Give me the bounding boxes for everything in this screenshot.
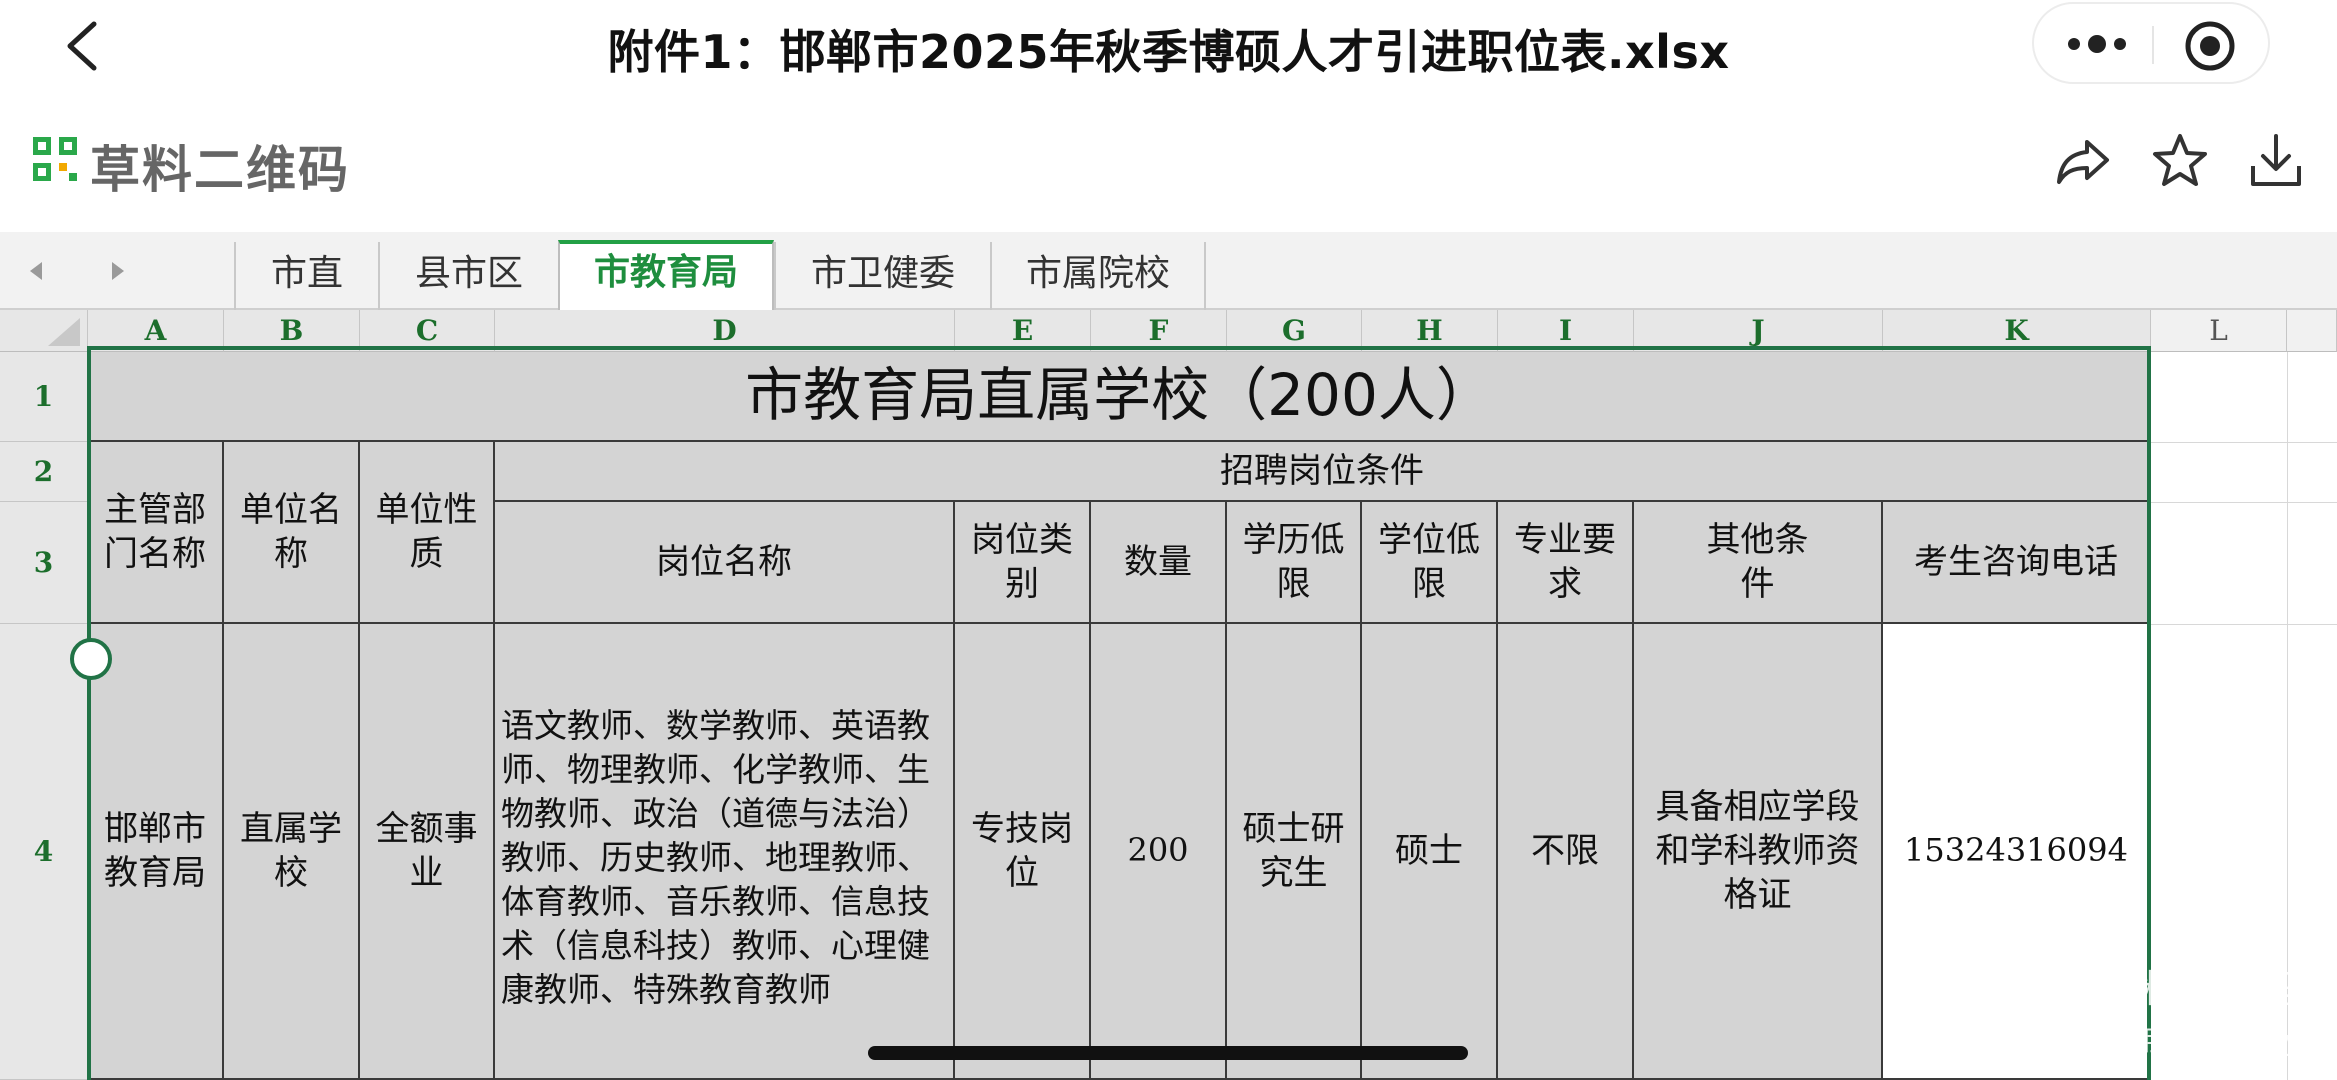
column-header-g[interactable]: G (1227, 310, 1362, 352)
select-all-corner[interactable] (0, 310, 88, 352)
column-header-c[interactable]: C (360, 310, 495, 352)
share-icon[interactable] (2055, 132, 2113, 190)
qr-logo-icon (33, 137, 77, 181)
header-degree[interactable]: 学位低限 (1362, 502, 1498, 624)
tab-weijianwei[interactable]: 市卫健委 (774, 242, 990, 310)
tab-scroll-left-icon[interactable] (20, 254, 54, 288)
column-header-l[interactable]: L (2151, 310, 2287, 352)
column-header-d[interactable]: D (495, 310, 955, 352)
brand-actions (2055, 132, 2305, 192)
brand-bar: 草料二维码 (0, 92, 2337, 232)
brand-name: 草料二维码 (90, 141, 350, 199)
header-dept[interactable]: 主管部门名称 (88, 442, 224, 624)
cell-degree[interactable]: 硕士 (1362, 624, 1498, 1080)
column-header-b[interactable]: B (224, 310, 360, 352)
cell-education[interactable]: 硕士研究生 (1227, 624, 1362, 1080)
mini-program-capsule (2032, 2, 2270, 84)
column-header-j[interactable]: J (1634, 310, 1883, 352)
cell-grid: 市教育局直属学校（200人） 主管部门名称 单位名称 单位性质 招聘岗位条件 岗… (87, 346, 2337, 1080)
cell-category[interactable]: 专技岗位 (955, 624, 1091, 1080)
cell-quantity[interactable]: 200 (1091, 624, 1227, 1080)
header-unit[interactable]: 单位名称 (224, 442, 360, 624)
target-close-icon[interactable] (2180, 16, 2240, 76)
watermark-user: 用户 on4hxy (2132, 1024, 2301, 1057)
column-header-i[interactable]: I (1498, 310, 1634, 352)
spreadsheet: A B C D E F G H I J K L 1 2 3 4 市教育局直属学校… (0, 310, 2337, 1080)
table-title[interactable]: 市教育局直属学校（200人） (88, 352, 2151, 442)
header-other[interactable]: 其他条件 (1634, 502, 1883, 624)
watermark-brand: 草料二维码 (2100, 967, 2301, 1011)
column-header-a[interactable]: A (88, 310, 224, 352)
top-navigation-bar: 附件1：邯郸市2025年秋季博硕人才引进职位表.xlsx (0, 0, 2337, 92)
tab-shizhi[interactable]: 市直 (234, 242, 378, 310)
tab-xianshiqu[interactable]: 县市区 (378, 242, 558, 310)
column-header-k[interactable]: K (1883, 310, 2151, 352)
cell-other[interactable]: 具备相应学段和学科教师资格证 (1634, 624, 1883, 1080)
capsule-divider (2152, 26, 2154, 64)
cell-major[interactable]: 不限 (1498, 624, 1634, 1080)
row-header-3[interactable]: 3 (0, 502, 88, 624)
row-header-2[interactable]: 2 (0, 442, 88, 502)
more-dots-icon[interactable] (2062, 22, 2132, 66)
selection-handle[interactable] (70, 638, 112, 680)
tab-yuanxiao[interactable]: 市属院校 (990, 242, 1206, 310)
star-icon[interactable] (2151, 132, 2209, 190)
tab-jiaoyuju[interactable]: 市教育局 (558, 240, 774, 312)
header-major[interactable]: 专业要求 (1498, 502, 1634, 624)
tab-scroll-right-icon[interactable] (100, 254, 134, 288)
header-quantity[interactable]: 数量 (1091, 502, 1227, 624)
header-phone[interactable]: 考生咨询电话 (1883, 502, 2151, 624)
cell-unit[interactable]: 直属学校 (224, 624, 360, 1080)
header-nature[interactable]: 单位性质 (360, 442, 495, 624)
column-header-f[interactable]: F (1091, 310, 1227, 352)
watermark: 草料二维码 用户 on4hxy (2101, 958, 2301, 1059)
row-header-1[interactable]: 1 (0, 352, 88, 442)
document-title: 附件1：邯郸市2025年秋季博硕人才引进职位表.xlsx (607, 25, 1730, 79)
row-header-4[interactable]: 4 (0, 624, 88, 1080)
column-header-h[interactable]: H (1362, 310, 1498, 352)
sheet-tab-bar: 市直 县市区 市教育局 市卫健委 市属院校 (0, 232, 2337, 312)
cell-dept[interactable]: 邯郸市教育局 (88, 624, 224, 1080)
home-indicator[interactable] (868, 1046, 1468, 1060)
column-header-filler (2287, 310, 2337, 352)
header-category[interactable]: 岗位类别 (955, 502, 1091, 624)
cell-nature[interactable]: 全额事业 (360, 624, 495, 1080)
download-icon[interactable] (2247, 132, 2305, 190)
header-position[interactable]: 岗位名称 (495, 502, 955, 624)
column-header-e[interactable]: E (955, 310, 1091, 352)
selected-range: 市教育局直属学校（200人） 主管部门名称 单位名称 单位性质 招聘岗位条件 岗… (88, 352, 2151, 1080)
header-education[interactable]: 学历低限 (1227, 502, 1362, 624)
header-group-conditions[interactable]: 招聘岗位条件 (495, 442, 2151, 502)
cell-position[interactable]: 语文教师、数学教师、英语教师、物理教师、化学教师、生物教师、政治（道德与法治）教… (495, 624, 955, 1080)
